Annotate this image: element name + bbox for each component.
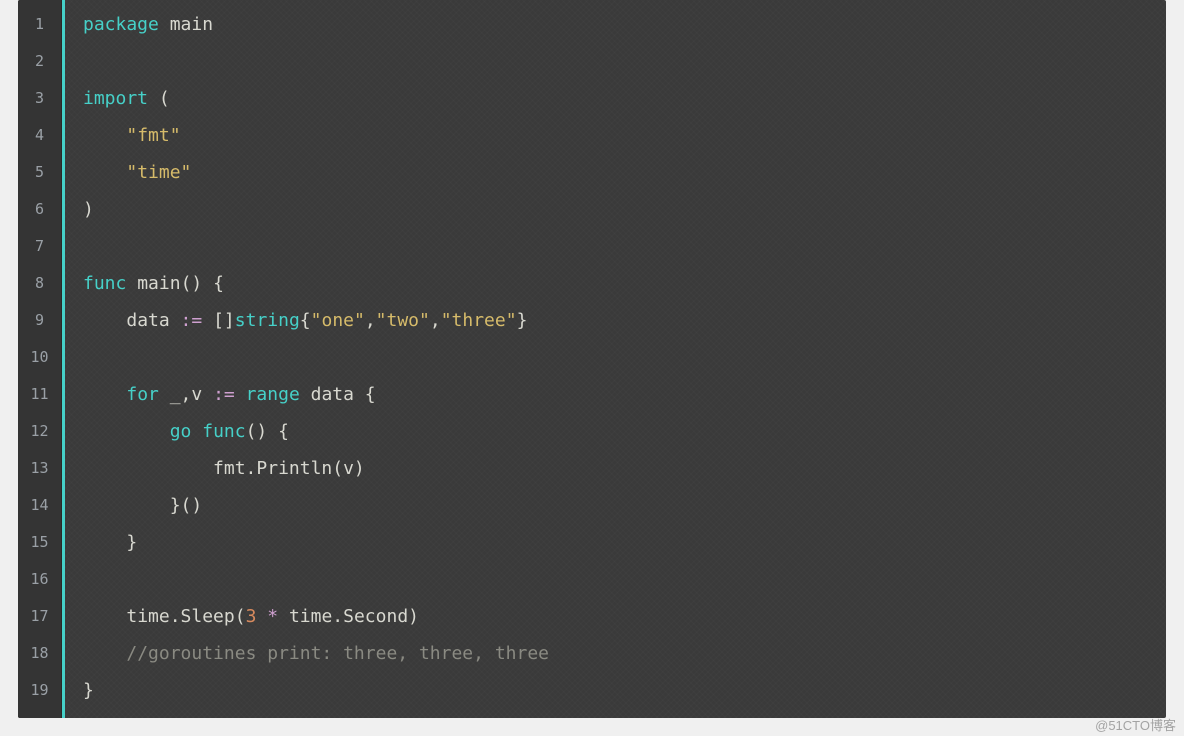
keyword-import: import xyxy=(83,88,148,109)
code-line: time.Sleep(3 * time.Second) xyxy=(83,598,549,635)
string-literal: "fmt" xyxy=(126,125,180,146)
code-line: fmt.Println(v) xyxy=(83,450,549,487)
line-number: 2 xyxy=(18,43,61,80)
number-literal: 3 xyxy=(246,606,257,627)
code-line xyxy=(83,228,549,265)
identifier: time.Second) xyxy=(278,606,419,627)
space xyxy=(202,310,213,331)
line-number: 9 xyxy=(18,302,61,339)
line-number: 14 xyxy=(18,487,61,524)
string-literal: "two" xyxy=(376,310,430,331)
punctuation: }() xyxy=(170,495,203,516)
code-line xyxy=(83,339,549,376)
code-content: package main import ( "fmt" "time" ) fun… xyxy=(65,0,567,718)
code-line: "fmt" xyxy=(83,117,549,154)
keyword-func: func xyxy=(83,273,126,294)
type-string: string xyxy=(235,310,300,331)
indent xyxy=(83,606,126,627)
operator-star: * xyxy=(267,606,278,627)
line-number-gutter: 1 2 3 4 5 6 7 8 9 10 11 12 13 14 15 16 1… xyxy=(18,0,62,718)
code-line xyxy=(83,561,549,598)
call-expr: fmt.Println(v) xyxy=(213,458,365,479)
indent xyxy=(83,384,126,405)
code-line xyxy=(83,43,549,80)
call-expr: time.Sleep( xyxy=(126,606,245,627)
indent xyxy=(83,162,126,183)
keyword-go: go xyxy=(170,421,192,442)
line-number: 5 xyxy=(18,154,61,191)
space xyxy=(235,384,246,405)
line-number: 15 xyxy=(18,524,61,561)
code-line: data := []string{"one","two","three"} xyxy=(83,302,549,339)
punctuation: ) xyxy=(83,199,94,220)
punctuation: () { xyxy=(246,421,289,442)
punctuation: , xyxy=(430,310,441,331)
code-line: for _,v := range data { xyxy=(83,376,549,413)
keyword-for: for xyxy=(126,384,159,405)
punctuation: } xyxy=(126,532,137,553)
string-literal: "one" xyxy=(311,310,365,331)
short-assign: := xyxy=(181,310,203,331)
punctuation: } xyxy=(517,310,528,331)
short-assign: := xyxy=(213,384,235,405)
code-line: ) xyxy=(83,191,549,228)
line-number: 4 xyxy=(18,117,61,154)
line-number: 1 xyxy=(18,6,61,43)
code-line: import ( xyxy=(83,80,549,117)
line-number: 11 xyxy=(18,376,61,413)
line-number: 12 xyxy=(18,413,61,450)
identifier: data { xyxy=(300,384,376,405)
string-literal: "three" xyxy=(441,310,517,331)
line-number: 19 xyxy=(18,672,61,709)
code-line: "time" xyxy=(83,154,549,191)
punctuation: [] xyxy=(213,310,235,331)
comment: //goroutines print: three, three, three xyxy=(126,643,549,664)
punctuation: { xyxy=(300,310,311,331)
indent xyxy=(83,310,126,331)
indent xyxy=(83,125,126,146)
line-number: 18 xyxy=(18,635,61,672)
line-number: 7 xyxy=(18,228,61,265)
line-number: 8 xyxy=(18,265,61,302)
line-number: 16 xyxy=(18,561,61,598)
line-number: 17 xyxy=(18,598,61,635)
keyword-func: func xyxy=(202,421,245,442)
indent xyxy=(83,421,170,442)
indent xyxy=(83,495,170,516)
code-line: func main() { xyxy=(83,265,549,302)
space xyxy=(256,606,267,627)
indent xyxy=(83,643,126,664)
line-number: 3 xyxy=(18,80,61,117)
string-literal: "time" xyxy=(126,162,191,183)
punctuation: () { xyxy=(181,273,224,294)
code-line: } xyxy=(83,524,549,561)
identifier: _,v xyxy=(159,384,213,405)
indent xyxy=(83,532,126,553)
code-line: //goroutines print: three, three, three xyxy=(83,635,549,672)
line-number: 6 xyxy=(18,191,61,228)
punctuation: } xyxy=(83,680,94,701)
line-number: 13 xyxy=(18,450,61,487)
punctuation: ( xyxy=(148,88,170,109)
identifier: data xyxy=(126,310,180,331)
space xyxy=(126,273,137,294)
line-number: 10 xyxy=(18,339,61,376)
indent xyxy=(83,458,213,479)
punctuation: , xyxy=(365,310,376,331)
keyword-package: package xyxy=(83,14,159,35)
code-line: }() xyxy=(83,487,549,524)
identifier: main xyxy=(159,14,213,35)
code-line: package main xyxy=(83,6,549,43)
func-name: main xyxy=(137,273,180,294)
code-line: } xyxy=(83,672,549,709)
space xyxy=(191,421,202,442)
code-line: go func() { xyxy=(83,413,549,450)
code-block: 1 2 3 4 5 6 7 8 9 10 11 12 13 14 15 16 1… xyxy=(18,0,1166,718)
keyword-range: range xyxy=(246,384,300,405)
watermark: @51CTO博客 xyxy=(1095,715,1176,734)
